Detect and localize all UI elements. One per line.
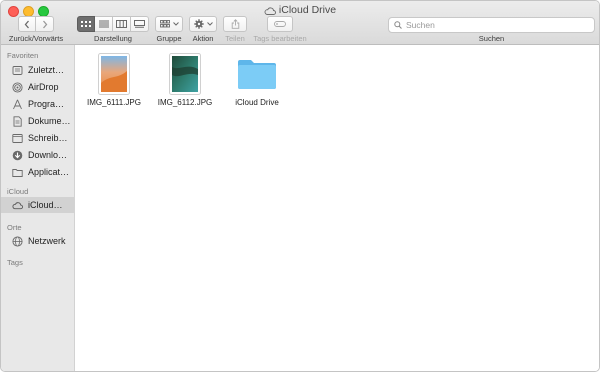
search-input[interactable] — [406, 20, 586, 30]
share-label: Teilen — [225, 34, 245, 43]
sidebar-item-network[interactable]: Netzwerk — [1, 233, 75, 249]
sidebar-item-label: Progra… — [28, 99, 65, 109]
finder-window: iCloud Drive Zurück/Vorwärts Darstellung… — [0, 0, 600, 372]
sidebar-item-label: Applicat… — [28, 167, 70, 177]
folder-icon — [217, 51, 297, 97]
file-name: IMG_6111.JPG — [87, 98, 141, 107]
forward-button[interactable] — [36, 16, 54, 32]
search-icon — [394, 21, 402, 29]
sidebar-header-tags: Tags — [7, 258, 23, 267]
airdrop-icon — [12, 81, 23, 93]
view-label: Darstellung — [94, 34, 132, 43]
sidebar-item-label: Schreib… — [28, 133, 68, 143]
image-thumbnail — [145, 51, 225, 97]
share-icon — [231, 19, 239, 29]
document-icon — [12, 115, 23, 127]
sidebar: Favoriten Zuletzt… AirDrop Progra… Dokum… — [1, 45, 75, 371]
view-icons-button[interactable] — [77, 16, 95, 32]
download-icon — [12, 150, 23, 161]
file-item-img-6111[interactable]: IMG_6111.JPG — [74, 51, 154, 107]
sidebar-item-recents[interactable]: Zuletzt… — [1, 62, 75, 78]
window-title-text: iCloud Drive — [278, 4, 337, 16]
sidebar-item-label: AirDrop — [28, 82, 59, 92]
sidebar-item-icloud-drive[interactable]: iCloud… — [1, 197, 75, 213]
gallery-icon — [134, 20, 145, 28]
back-button[interactable] — [18, 16, 36, 32]
file-area: IMG_6111.JPG IMG_6112.JPG iCloud Drive — [74, 45, 599, 371]
cloud-icon — [12, 200, 23, 211]
view-list-button[interactable] — [95, 16, 113, 32]
toolbar: iCloud Drive Zurück/Vorwärts Darstellung… — [1, 1, 599, 45]
list-icon — [98, 20, 109, 28]
clock-icon — [12, 65, 23, 76]
nav-label: Zurück/Vorwärts — [8, 34, 64, 43]
group-button[interactable] — [155, 16, 183, 32]
group-grid-icon — [159, 20, 170, 28]
chevron-right-icon — [42, 20, 47, 28]
sidebar-header-icloud: iCloud — [7, 187, 29, 196]
share-button[interactable] — [223, 16, 247, 32]
file-name: iCloud Drive — [235, 98, 279, 107]
nav-segment — [18, 16, 54, 32]
view-columns-button[interactable] — [113, 16, 131, 32]
sidebar-item-programs[interactable]: Progra… — [1, 96, 75, 112]
chevron-down-icon — [172, 22, 179, 26]
gear-icon — [193, 19, 204, 29]
icon-grid-icon — [81, 20, 91, 27]
edit-tags-button[interactable] — [267, 16, 293, 32]
file-item-icloud-drive-folder[interactable]: iCloud Drive — [217, 51, 297, 107]
image-thumbnail — [74, 51, 154, 97]
sidebar-item-applications[interactable]: Applicat… — [1, 164, 75, 180]
search-label: Suchen — [478, 34, 505, 43]
action-button[interactable] — [189, 16, 217, 32]
edit-tags-label: Tags bearbeiten — [253, 34, 307, 43]
file-name: IMG_6112.JPG — [157, 98, 213, 107]
sidebar-header-favorites: Favoriten — [7, 51, 39, 60]
search-field[interactable] — [388, 17, 595, 33]
tag-icon — [274, 21, 286, 27]
network-icon — [12, 235, 23, 247]
view-gallery-button[interactable] — [131, 16, 149, 32]
chevron-left-icon — [24, 20, 29, 28]
desktop-icon — [12, 133, 23, 144]
sidebar-item-label: Dokume… — [28, 116, 71, 126]
sidebar-item-desktop[interactable]: Schreib… — [1, 130, 75, 146]
columns-icon — [116, 20, 127, 28]
view-mode-segment — [77, 16, 149, 32]
file-item-img-6112[interactable]: IMG_6112.JPG — [145, 51, 225, 107]
applications-icon — [12, 99, 23, 110]
sidebar-item-label: Netzwerk — [28, 236, 66, 246]
sidebar-item-airdrop[interactable]: AirDrop — [1, 79, 75, 95]
cloud-icon — [264, 7, 276, 15]
sidebar-item-downloads[interactable]: Downlo… — [1, 147, 75, 163]
sidebar-item-label: Zuletzt… — [28, 65, 65, 75]
sidebar-item-documents[interactable]: Dokume… — [1, 113, 75, 129]
sidebar-header-locations: Orte — [7, 223, 22, 232]
sidebar-item-label: iCloud… — [28, 200, 63, 210]
chevron-down-icon — [206, 22, 213, 26]
folder-icon — [12, 167, 23, 178]
sidebar-item-label: Downlo… — [28, 150, 68, 160]
